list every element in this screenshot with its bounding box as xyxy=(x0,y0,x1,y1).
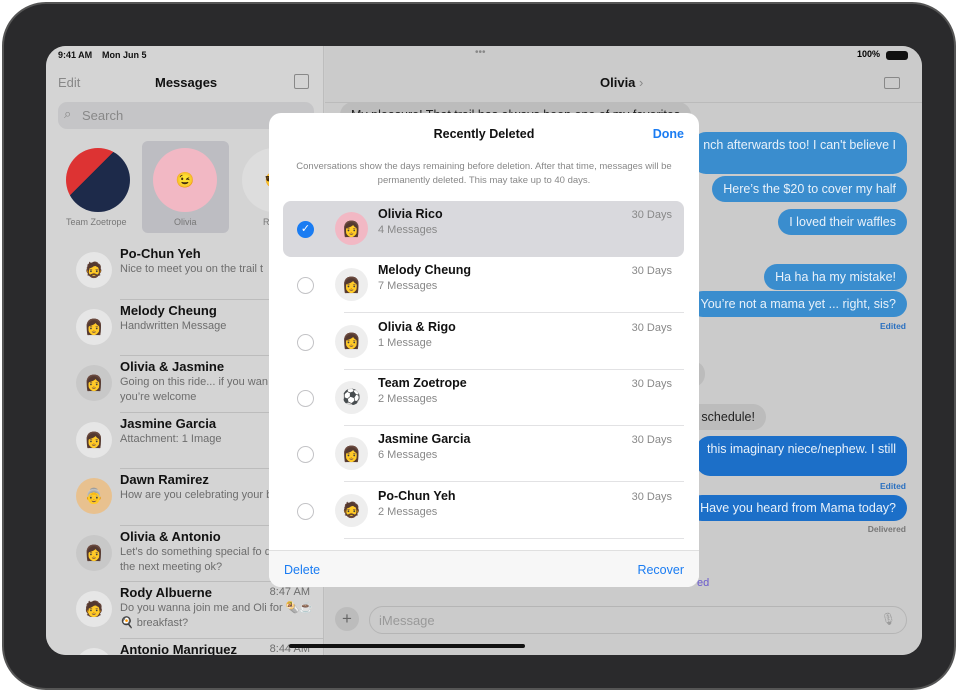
contact-avatar: 👩 xyxy=(76,365,112,401)
contact-avatar: ⚽ xyxy=(335,380,368,414)
search-icon: ⌕ xyxy=(64,106,72,121)
pinned-name: Team Zoetrope xyxy=(66,217,127,227)
message-count: 7 Messages xyxy=(378,280,438,293)
radio-circle-icon[interactable] xyxy=(297,389,314,407)
contact-avatar: 🧔 xyxy=(76,252,112,288)
edited-label: Edited xyxy=(880,481,906,491)
contact-name: Po-Chun Yeh xyxy=(378,488,456,503)
edit-button[interactable]: Edit xyxy=(58,75,80,90)
radio-circle-icon[interactable] xyxy=(297,277,314,295)
conversation-item[interactable]: 🧑 Rody Albuerne 8:47 AM Do you wanna joi… xyxy=(46,581,324,637)
message-bubble: Have you heard from Mama today? xyxy=(689,495,907,521)
battery-text: 100% xyxy=(856,49,880,59)
message-bubble: I loved their waffles xyxy=(778,209,907,235)
edited-label: Edited xyxy=(880,321,906,331)
modal-info: Conversations show the days remaining be… xyxy=(296,161,672,186)
contact-avatar: 👵 xyxy=(76,478,112,514)
contact-avatar: 🧔 xyxy=(335,493,368,527)
days-remaining: 30 Days xyxy=(631,490,672,503)
contact-name: Antonio Manriquez xyxy=(120,641,237,656)
contact-avatar: 👩 xyxy=(335,437,368,471)
deleted-conversation-item[interactable]: 👩 Olivia & Rigo 1 Message 30 Days xyxy=(283,314,684,370)
message-bubble: You’re not a mama yet ... right, sis? xyxy=(689,291,907,317)
pinned-avatar-team-zoetrope[interactable] xyxy=(66,148,130,212)
contact-avatar: 🧑 xyxy=(76,647,112,655)
contact-avatar: 👩 xyxy=(335,324,368,358)
deleted-conversation-item[interactable]: ✓ 👩 Olivia Rico 4 Messages 30 Days xyxy=(283,201,684,257)
screen: 9:41 AM Mon Jun 5 Edit Messages ⌕ Search… xyxy=(46,46,922,655)
done-button[interactable]: Done xyxy=(653,127,684,141)
chevron-right-icon[interactable]: › xyxy=(639,75,643,90)
days-remaining: 30 Days xyxy=(631,321,672,334)
message-count: 1 Message xyxy=(378,336,432,349)
pinned-avatar-olivia[interactable]: 😉 xyxy=(153,148,217,212)
status-time: 9:41 AM xyxy=(58,50,93,60)
delivered-label: Delivered xyxy=(867,524,906,534)
modal-footer: Delete Recover xyxy=(269,550,699,587)
days-remaining: 30 Days xyxy=(631,209,672,221)
message-count: 4 Messages xyxy=(378,224,438,236)
contact-name: Rody Albuerne xyxy=(120,585,212,600)
ipad-frame: 9:41 AM Mon Jun 5 Edit Messages ⌕ Search… xyxy=(2,2,956,690)
conversation-item[interactable]: 🧑 Antonio Manriquez 8:44 AM xyxy=(46,637,324,656)
contact-name: Olivia & Rigo xyxy=(378,319,456,334)
contact-name: Olivia Rico xyxy=(378,207,443,221)
deleted-conversation-item[interactable]: 👩 Melody Cheung 7 Messages 30 Days xyxy=(283,257,684,314)
pinned-name: Olivia xyxy=(174,217,197,227)
deleted-conversation-item[interactable]: 👩 Jasmine Garcia 6 Messages 30 Days xyxy=(283,426,684,483)
message-time: 8:47 AM xyxy=(269,586,310,598)
home-indicator xyxy=(289,644,525,648)
contact-name: Dawn Ramirez xyxy=(120,472,209,487)
message-count: 2 Messages xyxy=(378,392,438,405)
contact-name: Po-Chun Yeh xyxy=(120,246,201,261)
status-date: Mon Jun 5 xyxy=(102,50,147,60)
message-placeholder: iMessage xyxy=(379,613,435,628)
deleted-conversation-item[interactable]: ⚽ Team Zoetrope 2 Messages 30 Days xyxy=(283,370,684,426)
recover-button[interactable]: Recover xyxy=(637,563,684,577)
page-title: Messages xyxy=(155,75,218,90)
battery-icon xyxy=(886,51,908,60)
contact-avatar: 👩 xyxy=(76,534,112,571)
contact-name: Jasmine Garcia xyxy=(378,432,471,447)
contact-avatar: 👩 xyxy=(335,212,368,245)
deleted-conversation-item[interactable]: 🧔 Po-Chun Yeh 2 Messages 30 Days xyxy=(283,483,684,539)
contact-avatar: 🧑 xyxy=(76,591,112,627)
delete-button[interactable]: Delete xyxy=(284,563,320,577)
compose-icon[interactable] xyxy=(294,74,309,89)
recently-deleted-modal: Recently Deleted Done Conversations show… xyxy=(269,113,699,587)
days-remaining: 30 Days xyxy=(631,434,672,447)
contact-name: Olivia & Antonio xyxy=(120,528,221,544)
radio-circle-icon[interactable] xyxy=(297,502,314,520)
contact-avatar: 👩 xyxy=(76,421,112,458)
contact-name: Jasmine Garcia xyxy=(120,415,217,431)
plus-icon[interactable]: + xyxy=(335,607,359,631)
video-call-icon[interactable] xyxy=(884,77,900,89)
contact-name: Team Zoetrope xyxy=(378,375,467,390)
message-bubble: Here’s the $20 to cover my half xyxy=(712,176,907,202)
message-bubble: Ha ha ha my mistake! xyxy=(764,264,907,290)
contact-name: Melody Cheung xyxy=(120,302,217,318)
chat-title[interactable]: Olivia xyxy=(600,75,635,90)
radio-circle-icon[interactable] xyxy=(297,333,314,351)
message-bubble: this imaginary niece/nephew. I still xyxy=(696,436,907,476)
days-remaining: 30 Days xyxy=(631,377,672,390)
message-input[interactable]: iMessage 🎙 xyxy=(369,606,907,634)
checkmark-icon[interactable]: ✓ xyxy=(297,221,314,238)
contact-name: Melody Cheung xyxy=(378,263,472,278)
contact-name: Olivia & Jasmine xyxy=(120,359,225,374)
multitask-dots[interactable]: ••• xyxy=(475,47,486,58)
modal-title: Recently Deleted xyxy=(433,127,535,141)
days-remaining: 30 Days xyxy=(631,265,672,278)
microphone-icon[interactable]: 🎙 xyxy=(881,612,896,626)
contact-avatar: 👩 xyxy=(76,308,112,345)
search-placeholder: Search xyxy=(82,108,124,123)
message-preview: Do you wanna join me and Oli for 🌯☕🍳 bre… xyxy=(120,602,314,629)
message-count: 6 Messages xyxy=(378,449,438,462)
radio-circle-icon[interactable] xyxy=(297,446,314,464)
message-count: 2 Messages xyxy=(378,505,438,518)
contact-avatar: 👩 xyxy=(335,268,368,302)
message-bubble: nch afterwards too! I can't believe I xyxy=(692,132,907,174)
